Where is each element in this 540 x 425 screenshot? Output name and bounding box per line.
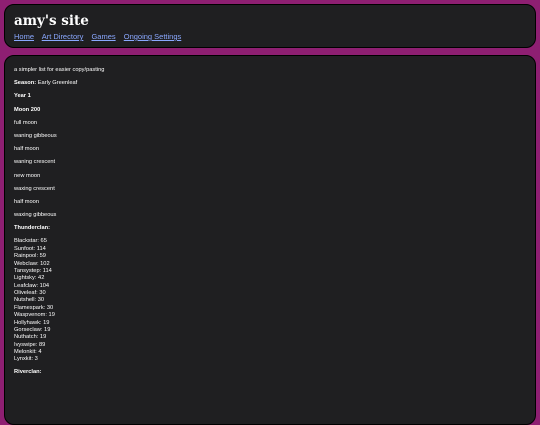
moon-phase: half moon (14, 198, 39, 205)
moon-heading: Moon 200 (14, 106, 41, 113)
season-value: Early Greenleaf (37, 80, 78, 87)
list-item: Blackstar: 65 (14, 238, 47, 245)
moon-phase: half moon (14, 146, 39, 153)
nav-link-home[interactable]: Home (14, 32, 34, 41)
moon-phase: waxing crescent (14, 185, 55, 192)
list-item: Tansystep: 114 (14, 267, 52, 274)
list-item: Lynxkit: 3 (14, 356, 38, 363)
intro-text: a simpler list for easier copy/pasting (14, 67, 105, 73)
list-item: Melonkit: 4 (14, 349, 42, 356)
list-item: Hollyhawk: 19 (14, 319, 50, 326)
year-heading: Year 1 (14, 93, 31, 100)
nav-link-ongoing-settings[interactable]: Ongoing Settings (124, 32, 182, 41)
list-item: Nutshell: 30 (14, 297, 45, 304)
list-item: Leafclaw: 104 (14, 282, 50, 289)
moon-phase: full moon (14, 119, 38, 126)
nav-link-games[interactable]: Games (91, 32, 115, 41)
list-item: Ivyswipe: 89 (14, 341, 46, 348)
moon-phase: waxing gibbeous (14, 212, 57, 219)
nav-link-art-directory[interactable]: Art Directory (42, 32, 84, 41)
list-item: Gorseclaw: 19 (14, 326, 51, 333)
list-item: Nuthatch: 19 (14, 334, 47, 341)
thunderclan-list: Blackstar: 65 Sunfoot: 114 Rainpool: 59 … (14, 238, 535, 363)
moon-phase: waning gibbeous (14, 132, 57, 139)
list-item: Oliveleaf: 30 (14, 290, 46, 297)
list-item: Sunfoot: 114 (14, 245, 46, 252)
list-item: Waspvenom: 19 (14, 312, 55, 319)
list-item: Webclaw: 102 (14, 260, 50, 267)
moon-phase: new moon (14, 172, 41, 179)
site-header: amy's site Home Art Directory Games Ongo… (4, 4, 536, 48)
main-nav: Home Art Directory Games Ongoing Setting… (14, 32, 535, 42)
thunderclan-heading: Thunderclan: (14, 225, 51, 232)
riverclan-heading: Riverclan: (14, 368, 42, 375)
season-line: Season: Early Greenleaf (14, 80, 535, 87)
content-panel: a simpler list for easier copy/pasting S… (4, 55, 536, 425)
list-item: Rainpool: 59 (14, 253, 46, 260)
moon-phase: waning crescent (14, 159, 56, 166)
list-item: Lightsky: 42 (14, 275, 45, 282)
list-item: Flamespark: 30 (14, 304, 54, 311)
season-label: Season: (14, 80, 37, 87)
site-title: amy's site (14, 13, 89, 29)
